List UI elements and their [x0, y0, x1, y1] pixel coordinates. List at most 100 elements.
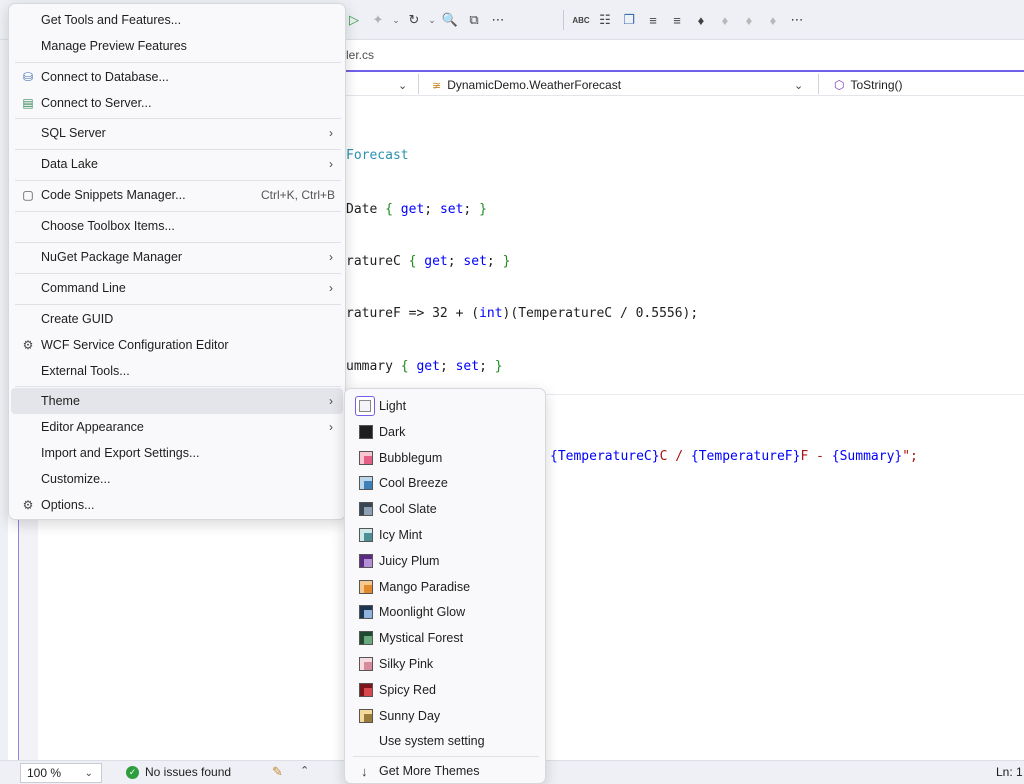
theme-swatch-icon — [359, 605, 373, 619]
gear-icon: ⚙ — [22, 498, 34, 512]
theme-swatch-inner — [364, 533, 372, 541]
copy-icon[interactable]: ❐ — [617, 8, 641, 32]
chevron-right-icon: › — [329, 281, 333, 295]
menu-separator — [15, 304, 341, 305]
method-icon: ⬡ — [834, 78, 845, 92]
navbar-divider — [818, 74, 819, 94]
theme-item[interactable]: Mystical Forest — [349, 626, 543, 650]
theme-item[interactable]: Dark — [349, 420, 543, 444]
comment-icon[interactable]: ☷ — [593, 8, 617, 32]
theme-item[interactable]: Spicy Red — [349, 678, 543, 702]
indent-icon[interactable]: ≡ — [641, 8, 665, 32]
theme-item-label: Bubblegum — [379, 451, 443, 465]
menu-item-create-guid[interactable]: Create GUID — [11, 306, 343, 332]
line-position: Ln: 1 — [996, 765, 1023, 779]
theme-item-label: Cool Breeze — [379, 476, 448, 490]
theme-item-label: Sunny Day — [379, 709, 441, 723]
theme-item[interactable]: Bubblegum — [349, 446, 543, 470]
theme-item-label: Cool Slate — [379, 502, 437, 516]
chevron-right-icon: › — [329, 157, 333, 171]
menu-item-customize[interactable]: Customize... — [11, 466, 343, 492]
server-icon: ▤ — [22, 96, 34, 110]
next-bookmark-icon[interactable]: ♦ — [737, 8, 761, 32]
theme-item[interactable]: Sunny Day — [349, 704, 543, 728]
class-dropdown-chevron-icon[interactable]: ⌄ — [794, 75, 803, 95]
chevron-right-icon: › — [329, 420, 333, 434]
menu-item-editor-appearance[interactable]: Editor Appearance › — [11, 414, 343, 440]
project-dropdown-icon[interactable]: ⌄ — [398, 75, 407, 95]
theme-swatch-icon — [359, 451, 373, 465]
restart-dropdown-icon[interactable]: ⌄ — [426, 8, 438, 32]
menu-item-manage-preview[interactable]: Manage Preview Features — [11, 33, 343, 59]
chevron-up-icon[interactable]: ⌃ — [300, 764, 309, 777]
clear-bookmarks-icon[interactable]: ♦ — [761, 8, 785, 32]
menu-item-choose-toolbox[interactable]: Choose Toolbox Items... — [11, 213, 343, 239]
theme-swatch-inner — [364, 430, 372, 438]
get-more-themes-item[interactable]: ↓ Get More Themes — [349, 759, 543, 783]
menu-item-wcf-editor[interactable]: ⚙ WCF Service Configuration Editor — [11, 332, 343, 358]
document-tab-label: ler.cs — [346, 48, 375, 62]
navigation-bar: ⌄ ≆ DynamicDemo.WeatherForecast ⌄ ⬡ ToSt… — [346, 70, 1024, 96]
menu-item-sql-server[interactable]: SQL Server › — [11, 120, 343, 146]
more-edit-options-icon[interactable]: ⋯ — [785, 8, 809, 32]
issues-indicator[interactable]: ✓ No issues found — [126, 765, 231, 779]
menu-item-command-line[interactable]: Command Line › — [11, 275, 343, 301]
menu-separator — [15, 118, 341, 119]
chevron-right-icon: › — [329, 250, 333, 264]
tools-menu: Get Tools and Features... Manage Preview… — [8, 3, 346, 520]
toolbar-run-group: ▷ ✦ ⌄ ↻ ⌄ 🔍 ⧉ ⋯ — [342, 6, 510, 34]
menu-item-nuget[interactable]: NuGet Package Manager › — [11, 244, 343, 270]
bookmark-icon[interactable]: ♦ — [689, 8, 713, 32]
check-circle-icon: ✓ — [126, 765, 139, 779]
theme-item-label: Icy Mint — [379, 528, 423, 542]
outdent-icon[interactable]: ≡ — [665, 8, 689, 32]
toolbar-edit-group: ABC ☷ ❐ ≡ ≡ ♦ ♦ ♦ ♦ ⋯ — [558, 6, 809, 34]
hot-reload-icon[interactable]: ✦ — [366, 8, 390, 32]
class-dropdown[interactable]: ≆ DynamicDemo.WeatherForecast — [432, 75, 621, 95]
member-dropdown[interactable]: ⬡ ToString() — [834, 75, 903, 95]
theme-swatch-inner — [364, 456, 372, 464]
theme-item[interactable]: Icy Mint — [349, 523, 543, 547]
menu-item-import-export[interactable]: Import and Export Settings... — [11, 440, 343, 466]
menu-item-connect-database[interactable]: ⛁ Connect to Database... — [11, 64, 343, 90]
code-cleanup-icon[interactable]: ✎ — [272, 764, 283, 780]
gear-link-icon: ⚙ — [22, 338, 34, 352]
theme-item[interactable]: Mango Paradise — [349, 575, 543, 599]
shortcut-label: Ctrl+K, Ctrl+B — [260, 188, 335, 202]
theme-swatch-icon — [359, 528, 373, 542]
menu-item-external-tools[interactable]: External Tools... — [11, 358, 343, 384]
theme-item[interactable]: Light — [349, 394, 543, 418]
theme-item[interactable]: Moonlight Glow — [349, 600, 543, 624]
navigate-icon[interactable]: ⧉ — [462, 8, 486, 32]
theme-item[interactable]: Juicy Plum — [349, 549, 543, 573]
menu-item-options[interactable]: ⚙ Options... — [11, 492, 343, 518]
menu-item-code-snippets[interactable]: ▢ Code Snippets Manager... Ctrl+K, Ctrl+B — [11, 182, 343, 208]
zoom-dropdown[interactable]: 100 % ⌄ — [20, 763, 102, 783]
document-tab[interactable]: ler.cs — [346, 48, 374, 62]
menu-item-data-lake[interactable]: Data Lake › — [11, 151, 343, 177]
theme-swatch-icon — [359, 631, 373, 645]
menu-item-theme[interactable]: Theme › — [11, 388, 343, 414]
menu-separator — [15, 211, 341, 212]
menu-item-connect-server[interactable]: ▤ Connect to Server... — [11, 90, 343, 116]
theme-swatch-icon — [359, 657, 373, 671]
chevron-right-icon: › — [329, 394, 333, 408]
theme-swatch-inner — [364, 481, 372, 489]
theme-swatch-inner — [359, 400, 371, 412]
theme-swatch-inner — [364, 507, 372, 515]
more-options-icon[interactable]: ⋯ — [486, 8, 510, 32]
menu-item-get-tools[interactable]: Get Tools and Features... — [11, 7, 343, 33]
theme-item[interactable]: Cool Breeze — [349, 471, 543, 495]
theme-item[interactable]: Silky Pink — [349, 652, 543, 676]
theme-item[interactable]: Cool Slate — [349, 497, 543, 521]
menu-separator — [15, 273, 341, 274]
theme-item-use-system[interactable]: Use system setting — [349, 729, 543, 753]
restart-icon[interactable]: ↻ — [402, 8, 426, 32]
prev-bookmark-icon[interactable]: ♦ — [713, 8, 737, 32]
code-line: ratureF => 32 + (int)(TemperatureC / 0.5… — [346, 306, 699, 321]
hot-reload-dropdown-icon[interactable]: ⌄ — [390, 8, 402, 32]
theme-swatch-inner — [364, 610, 372, 618]
spell-check-icon[interactable]: ABC — [569, 8, 593, 32]
class-icon: ≆ — [432, 79, 442, 92]
find-in-files-icon[interactable]: 🔍 — [438, 8, 462, 32]
